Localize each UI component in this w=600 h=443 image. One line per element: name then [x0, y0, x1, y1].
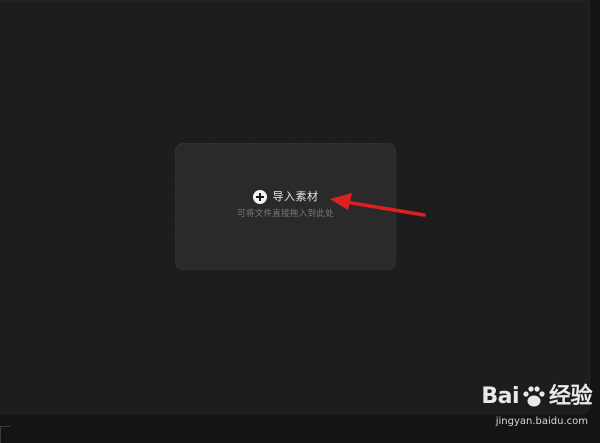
- media-panel: 导入素材 可将文件直接拖入到此处: [0, 0, 590, 414]
- media-drop-zone[interactable]: 导入素材 可将文件直接拖入到此处: [175, 143, 396, 270]
- import-media-button[interactable]: 导入素材: [252, 189, 319, 204]
- watermark-url: jingyan.baidu.com: [495, 416, 588, 427]
- import-media-label[interactable]: 导入素材: [273, 190, 319, 204]
- resize-corner: [0, 426, 10, 443]
- plus-circle-icon[interactable]: [252, 189, 267, 204]
- drag-drop-hint: 可将文件直接拖入到此处: [237, 208, 334, 219]
- app-window: 导入素材 可将文件直接拖入到此处 Bai 经验 jingyan.baidu.co…: [0, 0, 600, 443]
- panel-divider: [0, 0, 590, 1]
